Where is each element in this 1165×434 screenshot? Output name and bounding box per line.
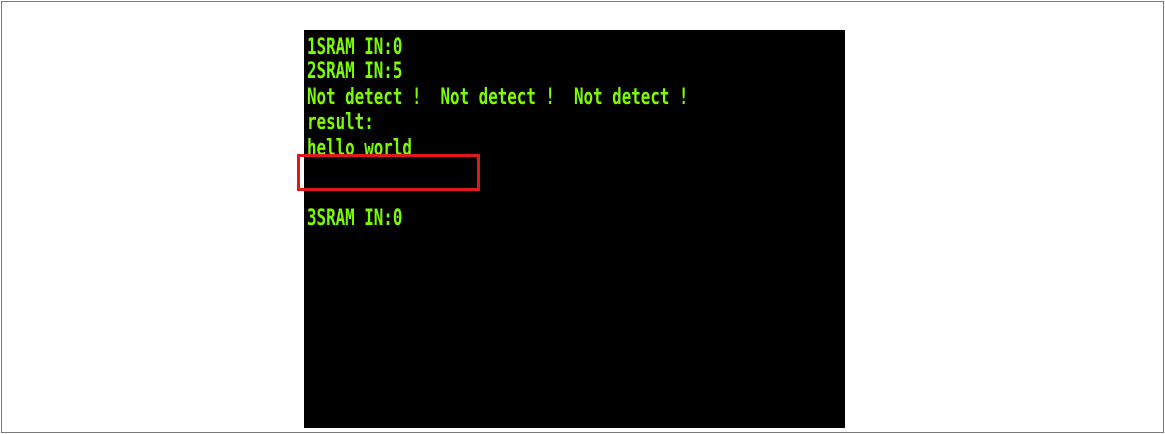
highlight-box (297, 154, 480, 191)
figure-frame: 1SRAM IN:0 2SRAM IN:5 Not detect ! Not d… (1, 1, 1164, 433)
terminal-line-sram3: 3SRAM IN:0 (307, 206, 403, 231)
terminal-window: 1SRAM IN:0 2SRAM IN:5 Not detect ! Not d… (304, 30, 845, 428)
terminal-line-result: result: (307, 110, 374, 135)
terminal-line-sram1: 1SRAM IN:0 (307, 35, 403, 60)
terminal-line-detect: Not detect ! Not detect ! Not detect ! (307, 85, 689, 110)
terminal-line-sram2: 2SRAM IN:5 (307, 59, 403, 84)
